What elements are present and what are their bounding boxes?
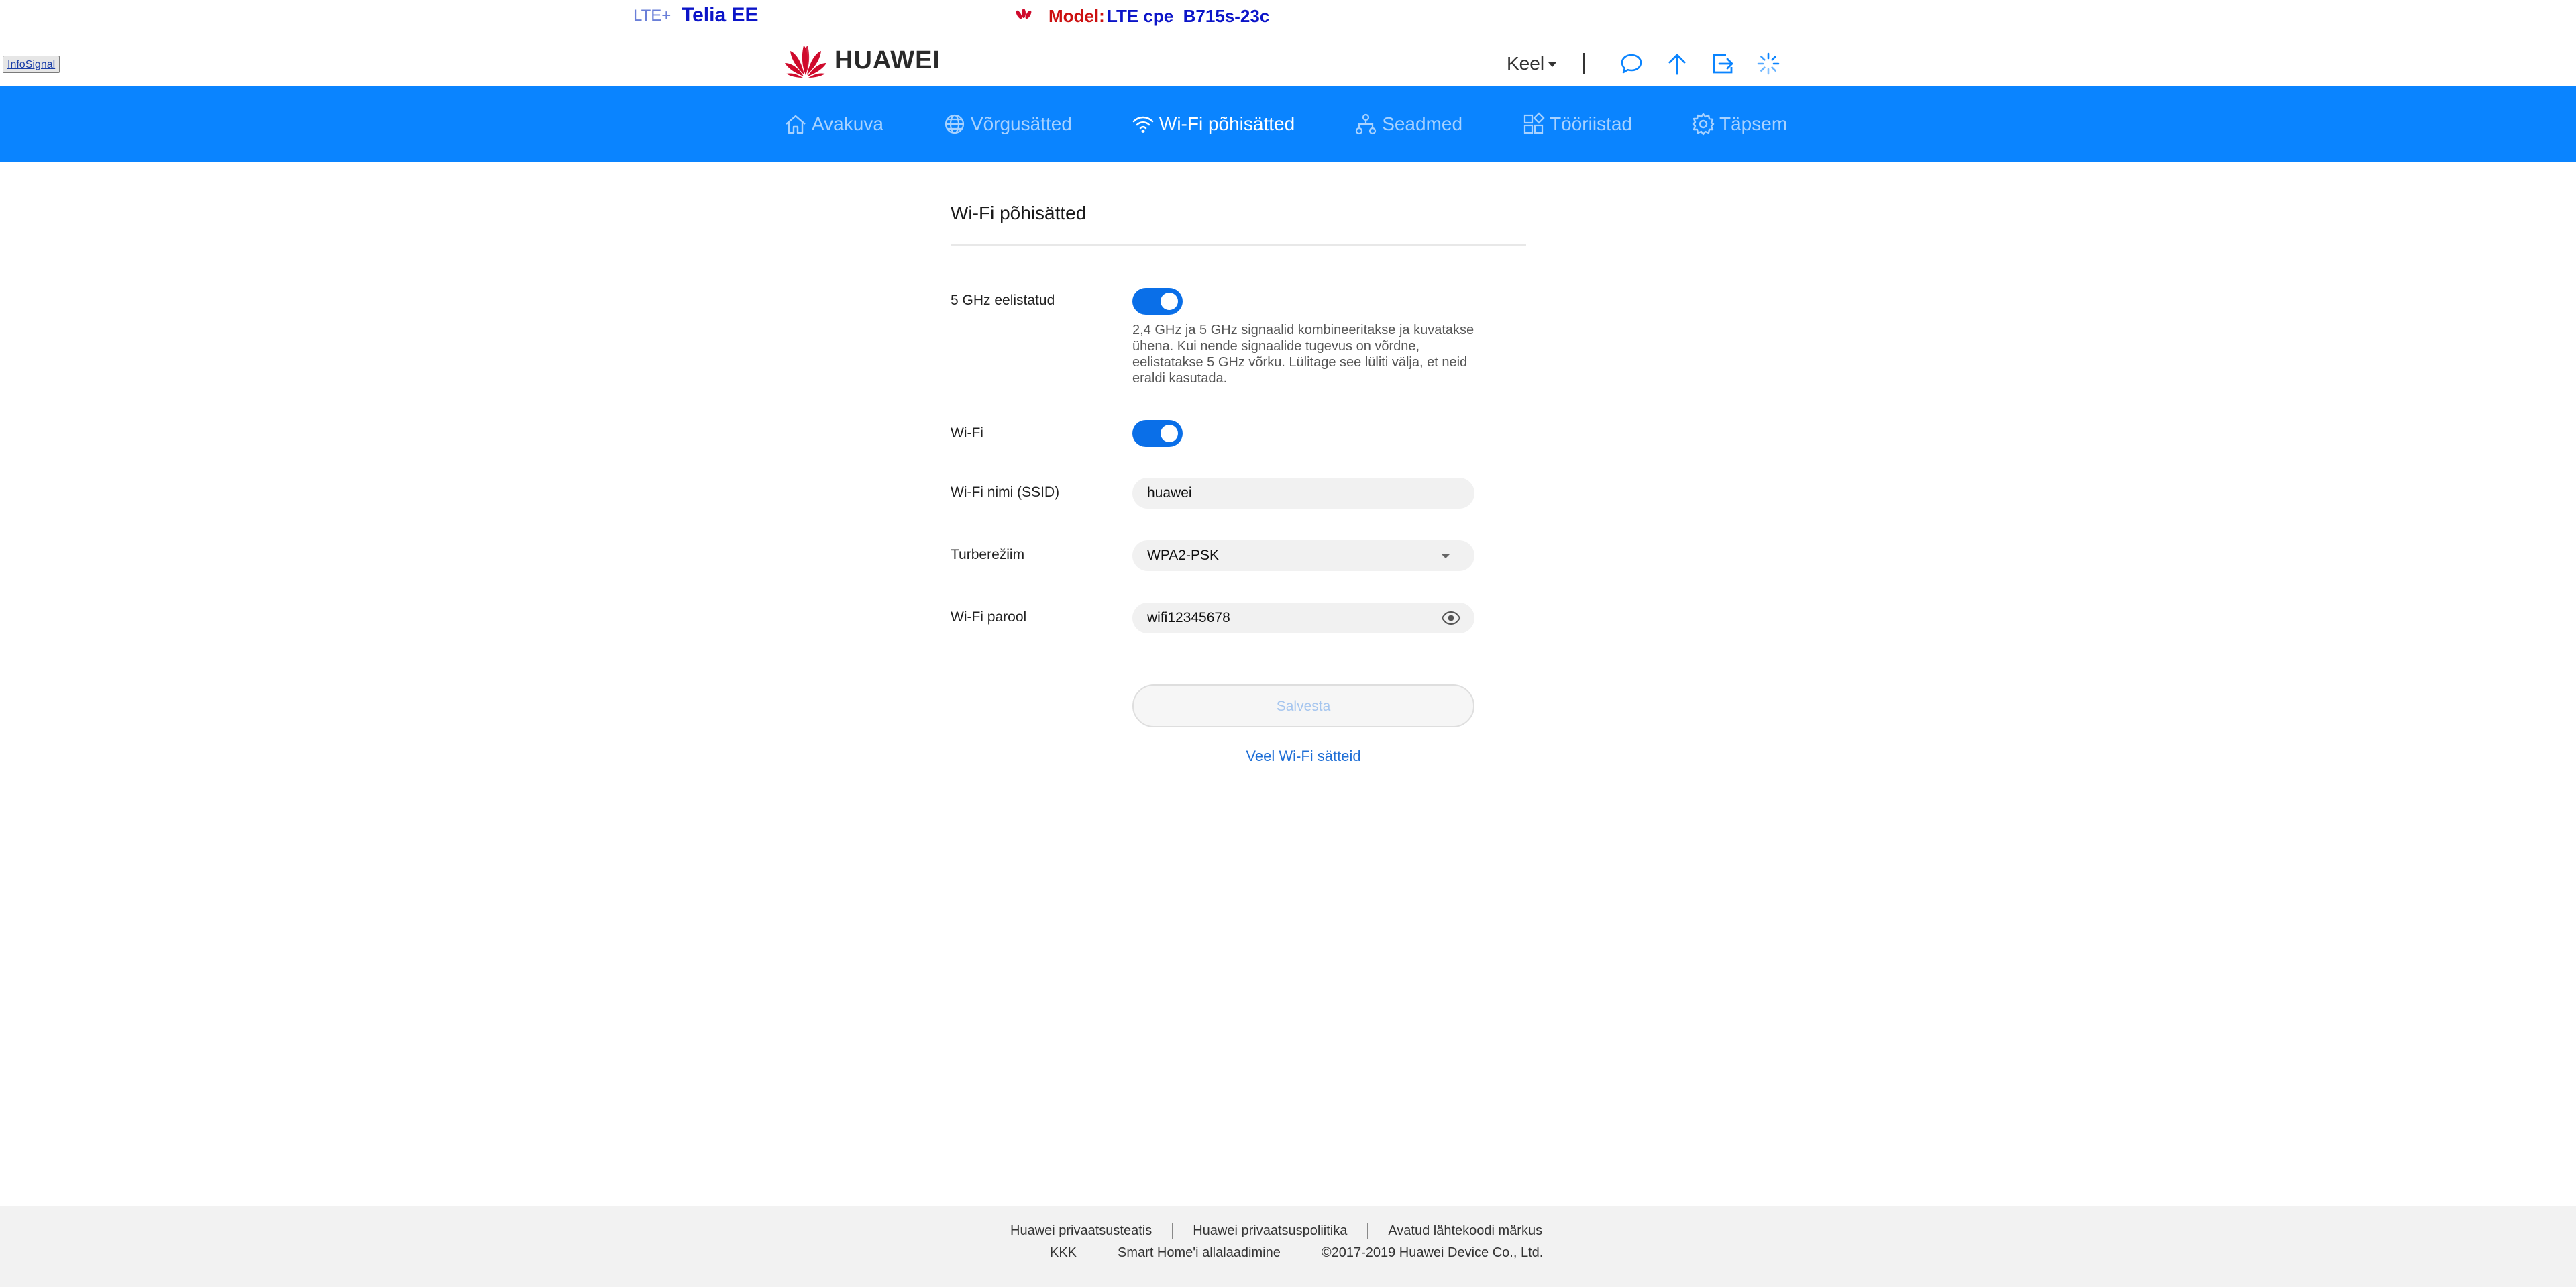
network-devices-icon xyxy=(1356,113,1377,135)
nav-item-label: Seadmed xyxy=(1382,113,1463,134)
wifi-icon xyxy=(1132,116,1154,133)
gear-icon xyxy=(1692,113,1715,136)
loading-indicator xyxy=(1755,50,1782,77)
chevron-down-icon xyxy=(1441,554,1450,558)
band-pref-toggle[interactable] xyxy=(1132,288,1183,315)
toggle-knob xyxy=(1161,293,1178,310)
privacy-notice-link[interactable]: Huawei privaatsusteatis xyxy=(1010,1223,1152,1239)
caret-down-icon xyxy=(1548,62,1557,67)
save-button[interactable]: Salvesta xyxy=(1132,684,1474,727)
loading-icon xyxy=(1757,52,1780,75)
ssid-label: Wi-Fi nimi (SSID) xyxy=(951,484,1060,500)
eye-icon[interactable] xyxy=(1441,610,1461,626)
security-mode-label: Turberežiim xyxy=(951,547,1025,562)
ssid-input[interactable]: huawei xyxy=(1132,478,1474,509)
nav-item-label: Avakuva xyxy=(812,113,883,134)
model-label: Model: xyxy=(1049,6,1105,26)
band-pref-hint: 2,4 GHz ja 5 GHz signaalid kombineeritak… xyxy=(1132,323,1474,386)
wifi-label: Wi-Fi xyxy=(951,425,983,441)
home-icon xyxy=(786,115,806,134)
more-wifi-settings-link[interactable]: Veel Wi-Fi sätteid xyxy=(1132,748,1474,765)
header-divider xyxy=(1583,53,1585,74)
message-icon xyxy=(1621,54,1642,74)
open-source-notice-link[interactable]: Avatud lähtekoodi märkus xyxy=(1388,1223,1542,1239)
huawei-logo-small-icon xyxy=(1016,9,1032,19)
nav-item-home[interactable]: Avakuva xyxy=(784,112,883,136)
smart-home-download-link[interactable]: Smart Home'i allalaadimine xyxy=(1118,1245,1281,1261)
toggle-knob xyxy=(1161,425,1178,442)
globe-icon xyxy=(945,114,964,134)
network-type: LTE+ xyxy=(633,7,672,25)
password-input[interactable]: wifi12345678 xyxy=(1132,603,1474,633)
language-label: Keel xyxy=(1507,53,1545,74)
security-mode-select[interactable]: WPA2-PSK xyxy=(1132,540,1474,571)
header-toolbar: Keel xyxy=(1507,48,1782,79)
nav-item-devices[interactable]: Seadmed xyxy=(1354,112,1462,136)
nav-item-network[interactable]: Võrgusätted xyxy=(943,112,1072,136)
footer-separator xyxy=(1172,1223,1173,1239)
info-signal-button[interactable]: InfoSignal xyxy=(3,56,60,73)
nav-item-label: Täpsem xyxy=(1719,113,1788,134)
main-nav: Avakuva Võrgusätted Wi-Fi põhisätted Sea… xyxy=(0,86,2576,162)
update-button[interactable] xyxy=(1664,50,1690,77)
footer: Huawei privaatsusteatis Huawei privaatsu… xyxy=(0,1206,2576,1287)
wifi-toggle[interactable] xyxy=(1132,420,1183,447)
logout-icon xyxy=(1713,54,1733,74)
nav-item-label: Võrgusätted xyxy=(970,113,1072,134)
status-bar: LTE+ Telia EE Model: LTE cpe B715s-23c xyxy=(0,0,2576,32)
nav-item-label: Tööriistad xyxy=(1550,113,1632,134)
privacy-policy-link[interactable]: Huawei privaatsuspoliitika xyxy=(1193,1223,1347,1239)
brand-logo: HUAWEI xyxy=(784,40,941,81)
title-divider xyxy=(951,244,1526,246)
copyright-text: ©2017-2019 Huawei Device Co., Ltd. xyxy=(1321,1245,1544,1260)
huawei-logo-icon xyxy=(785,46,826,78)
security-mode-value: WPA2-PSK xyxy=(1147,548,1219,563)
language-select[interactable]: Keel xyxy=(1507,53,1557,74)
upload-icon xyxy=(1668,54,1686,75)
nav-item-label: Wi-Fi põhisätted xyxy=(1159,113,1295,134)
footer-separator xyxy=(1367,1223,1368,1239)
tools-grid-icon xyxy=(1523,112,1545,134)
brand-name: HUAWEI xyxy=(835,46,941,74)
message-button[interactable] xyxy=(1618,50,1645,77)
nav-item-advanced[interactable]: Täpsem xyxy=(1691,112,1787,136)
footer-links-row: KKK Smart Home'i allalaadimine ©2017-201… xyxy=(1050,1245,1543,1261)
password-label: Wi-Fi parool xyxy=(951,609,1027,625)
footer-links-row: Huawei privaatsusteatis Huawei privaatsu… xyxy=(1010,1223,1542,1239)
logout-button[interactable] xyxy=(1709,50,1736,77)
model-value: LTE cpe B715s-23c xyxy=(1107,6,1270,26)
nav-item-wifi[interactable]: Wi-Fi põhisätted xyxy=(1131,112,1295,136)
band-pref-label: 5 GHz eelistatud xyxy=(951,293,1055,308)
password-value: wifi12345678 xyxy=(1147,610,1230,625)
operator-name: Telia EE xyxy=(682,4,759,26)
page-title: Wi-Fi põhisätted xyxy=(951,203,1087,223)
nav-item-tools[interactable]: Tööriistad xyxy=(1521,112,1632,136)
faq-link[interactable]: KKK xyxy=(1050,1245,1077,1261)
